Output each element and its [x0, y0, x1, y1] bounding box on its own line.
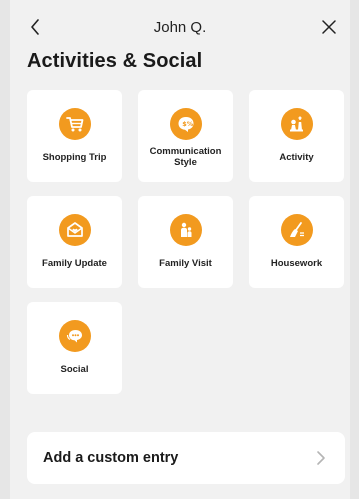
card-shopping-trip[interactable]: Shopping Trip	[27, 90, 122, 182]
envelope-icon	[58, 214, 91, 246]
card-label: Housework	[270, 257, 323, 269]
card-label: Family Visit	[159, 257, 212, 269]
shopping-cart-icon	[58, 108, 91, 140]
svg-text:$%: $%	[182, 120, 194, 128]
card-label: Family Update	[42, 257, 107, 269]
card-family-visit[interactable]: Family Visit	[138, 196, 233, 288]
chevron-right-icon	[309, 446, 333, 470]
close-button[interactable]	[318, 16, 340, 38]
header-title: John Q.	[153, 19, 207, 36]
card-family-update[interactable]: Family Update	[27, 196, 122, 288]
card-communication-style[interactable]: $% Communication Style	[138, 90, 233, 182]
page-title: Activities & Social	[27, 50, 203, 72]
card-label: Communication Style	[149, 146, 222, 168]
card-housework[interactable]: Housework	[249, 196, 344, 288]
category-grid: Shopping Trip $% Communication Style Act…	[27, 90, 345, 394]
close-icon	[322, 20, 336, 34]
card-social[interactable]: Social	[27, 302, 122, 394]
screen: John Q. Activities & Social Shopping Tri…	[10, 0, 350, 499]
card-activity[interactable]: Activity	[249, 90, 344, 182]
custom-entry-label: Add a custom entry	[43, 450, 179, 466]
broom-icon	[280, 214, 313, 246]
card-label: Activity	[279, 151, 314, 163]
family-icon	[169, 214, 202, 246]
chess-pieces-icon	[280, 108, 313, 140]
card-label: Shopping Trip	[42, 151, 107, 163]
speech-bubble-icon: $%	[169, 108, 202, 140]
add-custom-entry-button[interactable]: Add a custom entry	[27, 432, 345, 484]
chat-bubbles-icon	[58, 320, 91, 352]
card-label: Social	[60, 363, 89, 375]
